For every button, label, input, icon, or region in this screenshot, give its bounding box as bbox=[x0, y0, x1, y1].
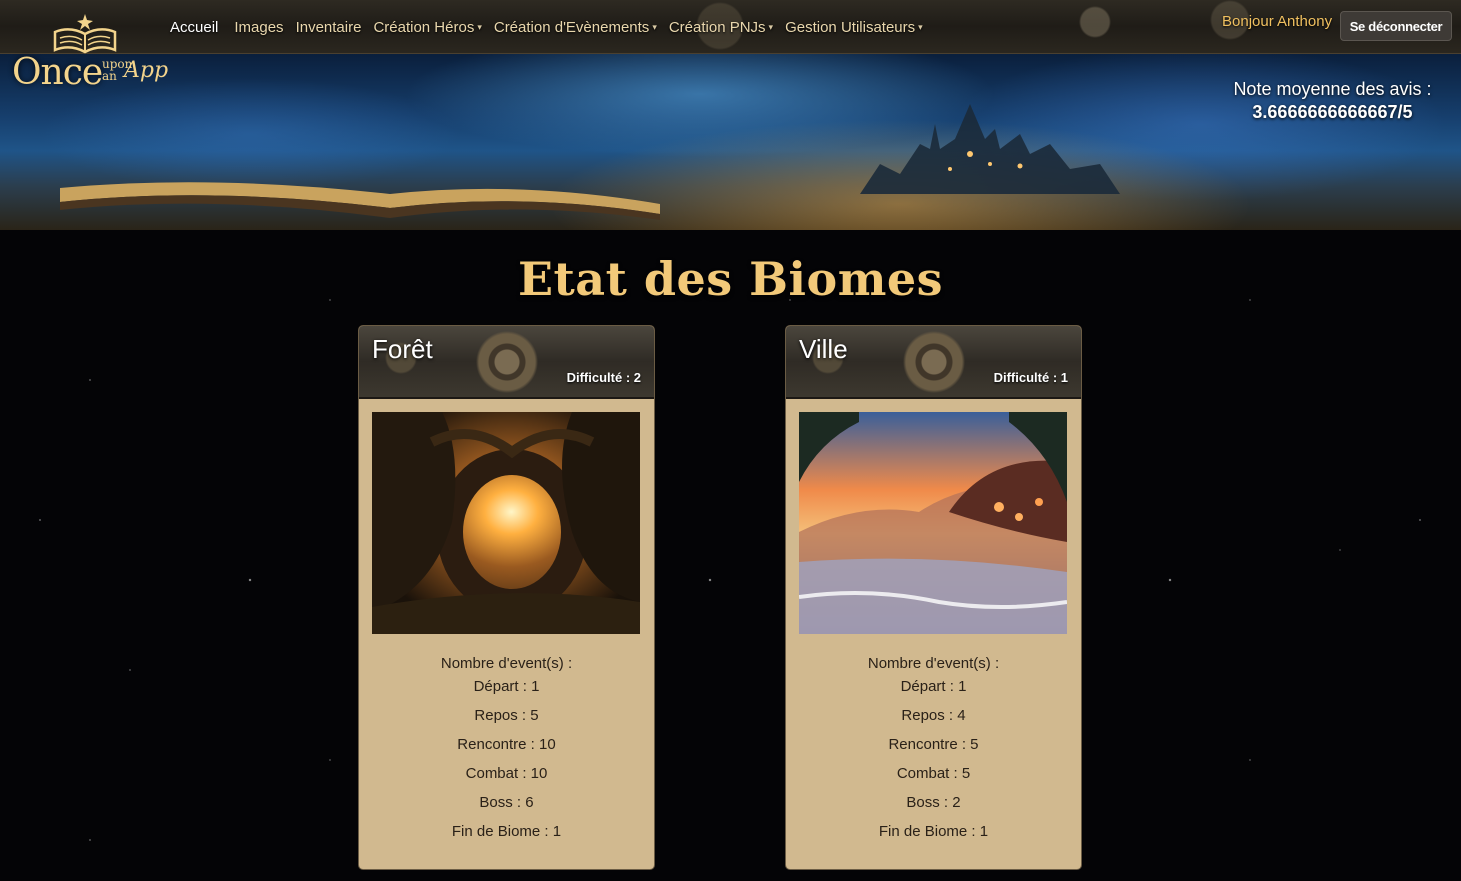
stat-depart: Départ : 1 bbox=[900, 678, 967, 695]
stat-rencontre: Rencontre : 10 bbox=[457, 736, 556, 753]
card-header: Ville Difficulté : 1 bbox=[786, 326, 1081, 399]
biome-card-ville: Ville Difficulté : 1 Nombre d'event(s) :… bbox=[786, 326, 1081, 869]
nav-label: Création PNJs bbox=[668, 18, 766, 36]
castle-silhouette-icon bbox=[860, 104, 1120, 194]
page-title: Etat des Biomes bbox=[517, 252, 944, 306]
nav-item-accueil[interactable]: Accueil bbox=[160, 19, 228, 36]
rating-label: Note moyenne des avis : bbox=[1233, 79, 1432, 99]
average-rating: Note moyenne des avis : 3.6666666666667/… bbox=[1210, 78, 1455, 124]
stat-repos: Repos : 5 bbox=[474, 707, 539, 724]
caret-down-icon: ▾ bbox=[768, 21, 774, 32]
hero-banner: Note moyenne des avis : 3.6666666666667/… bbox=[0, 54, 1461, 230]
events-label: Nombre d'event(s) : bbox=[867, 655, 1000, 672]
stat-combat: Combat : 5 bbox=[896, 765, 971, 782]
biome-stats: Nombre d'event(s) : Départ : 1 Repos : 5… bbox=[359, 652, 654, 843]
logo-app-text: App bbox=[124, 58, 169, 83]
open-book-icon bbox=[53, 14, 117, 54]
open-book-banner-icon bbox=[60, 182, 660, 220]
nav-item-creation-evenements[interactable]: Création d'Evènements ▾ bbox=[488, 19, 663, 36]
caret-down-icon: ▾ bbox=[652, 21, 657, 32]
logout-button[interactable]: Se déconnecter bbox=[1340, 11, 1452, 41]
app-logo[interactable]: Once upon an App bbox=[10, 6, 170, 98]
stat-depart: Départ : 1 bbox=[473, 678, 540, 695]
biome-card-foret: Forêt Difficulté : 2 Nombre d'event(s) :… bbox=[359, 326, 654, 869]
user-greeting: Bonjour Anthony bbox=[1222, 13, 1333, 30]
stat-repos: Repos : 4 bbox=[901, 707, 966, 724]
events-label: Nombre d'event(s) : bbox=[440, 655, 573, 672]
nav-item-creation-pnjs[interactable]: Création PNJs ▾ bbox=[663, 19, 779, 36]
biome-difficulty: Difficulté : 1 bbox=[993, 370, 1068, 385]
nav-label: Gestion Utilisateurs bbox=[785, 18, 916, 36]
nav-label: Images bbox=[234, 18, 284, 36]
nav-menu: Accueil Images Inventaire Création Héros… bbox=[160, 0, 929, 54]
nav-label: Accueil bbox=[170, 18, 219, 36]
stat-rencontre: Rencontre : 5 bbox=[888, 736, 979, 753]
logo-initial: O bbox=[12, 52, 41, 93]
nav-item-gestion-utilisateurs[interactable]: Gestion Utilisateurs ▾ bbox=[779, 19, 929, 36]
stat-fin-biome: Fin de Biome : 1 bbox=[878, 823, 989, 840]
nav-label: Création Héros bbox=[373, 18, 475, 36]
biome-stats: Nombre d'event(s) : Départ : 1 Repos : 4… bbox=[786, 652, 1081, 843]
stat-fin-biome: Fin de Biome : 1 bbox=[451, 823, 562, 840]
stat-combat: Combat : 10 bbox=[465, 765, 548, 782]
logo-wordmark: Once bbox=[12, 52, 104, 93]
caret-down-icon: ▾ bbox=[477, 21, 482, 32]
sunset-beach-image bbox=[799, 412, 1067, 634]
stat-boss: Boss : 6 bbox=[479, 794, 534, 811]
caret-down-icon: ▾ bbox=[918, 21, 923, 32]
stat-boss: Boss : 2 bbox=[906, 794, 961, 811]
biome-name: Forêt bbox=[372, 334, 433, 364]
rating-value: 3.6666666666667/5 bbox=[1252, 102, 1413, 122]
nav-item-inventaire[interactable]: Inventaire bbox=[290, 19, 368, 36]
logo-an: an bbox=[102, 69, 117, 83]
logo-main-text: nce bbox=[40, 52, 104, 93]
nav-label: Inventaire bbox=[295, 18, 362, 36]
card-header: Forêt Difficulté : 2 bbox=[359, 326, 654, 399]
forest-tree-sunlight-image bbox=[372, 412, 640, 634]
biome-name: Ville bbox=[799, 334, 848, 364]
nav-label: Création d'Evènements bbox=[493, 18, 650, 36]
biome-difficulty: Difficulté : 2 bbox=[566, 370, 641, 385]
nav-item-creation-heros[interactable]: Création Héros ▾ bbox=[367, 19, 487, 36]
nav-item-images[interactable]: Images bbox=[228, 19, 289, 36]
